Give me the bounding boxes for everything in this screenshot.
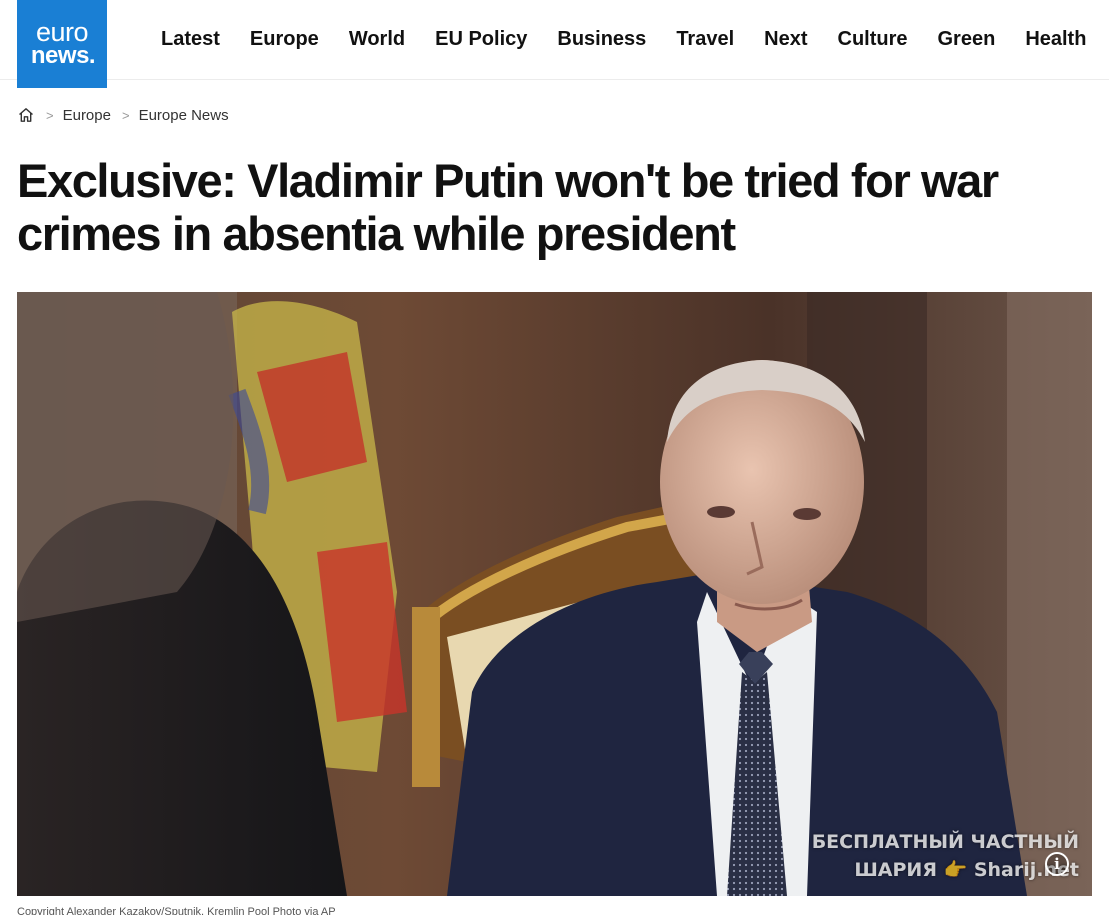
watermark-line-2: ШАРИЯ 👉 Sharij.net [854,859,1079,881]
home-icon[interactable] [17,106,35,124]
nav-item-business[interactable]: Business [557,26,646,52]
chevron-right-icon: > [121,107,130,123]
breadcrumb: > Europe > Europe News [17,106,229,124]
nav-item-next[interactable]: Next [764,26,807,52]
article-title: Exclusive: Vladimir Putin won't be tried… [17,154,999,260]
chevron-right-icon: > [46,107,54,123]
nav-item-travel[interactable]: Travel [676,26,734,52]
nav-item-latest[interactable]: Latest [161,26,220,52]
main-nav: Latest Europe World EU Policy Business T… [161,26,1086,52]
photo-caption: Copyright Alexander Kazakov/Sputnik, Kre… [17,906,336,915]
watermark-line-1: БЕСПЛАТНЫЙ ЧАСТНЫЙ [811,831,1079,853]
article-photo[interactable] [17,292,1092,896]
logo-text-euro: euro [35,17,89,47]
info-icon[interactable]: i [1045,852,1069,876]
nav-item-world[interactable]: World [349,26,405,52]
breadcrumb-item-europe[interactable]: Europe [63,107,111,124]
nav-item-health[interactable]: Health [1025,26,1086,52]
breadcrumb-item-europe-news[interactable]: Europe News [139,107,229,124]
logo-text-news: news. [30,42,96,69]
nav-item-eu-policy[interactable]: EU Policy [435,26,527,52]
euronews-logo[interactable]: euro news. [17,0,107,88]
watermark: БЕСПЛАТНЫЙ ЧАСТНЫЙ ШАРИЯ 👉 Sharij.net [812,828,1079,884]
nav-item-green[interactable]: Green [938,26,996,52]
site-header: euro news. Latest Europe World EU Policy… [0,0,1109,88]
nav-item-europe[interactable]: Europe [250,26,319,52]
nav-item-culture[interactable]: Culture [838,26,908,52]
